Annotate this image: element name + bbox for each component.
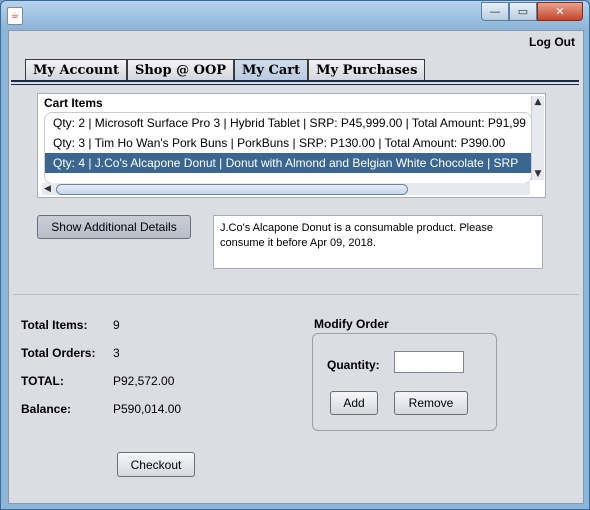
tab-my-purchases[interactable]: My Purchases [308,59,426,81]
window-controls: — ▭ ✕ [481,2,583,21]
scroll-down-icon[interactable]: ▼ [532,168,544,180]
java-app-icon: ☕ [7,7,23,25]
total-orders-label: Total Orders: [21,346,96,360]
cart-item-row[interactable]: Qty: 3 | Tim Ho Wan's Pork Buns | PorkBu… [45,133,531,153]
checkout-button[interactable]: Checkout [117,452,195,477]
horizontal-scrollbar[interactable]: ◀ [42,183,530,195]
content-panel: Log Out My Account Shop @ OOP My Cart My… [8,30,584,504]
tab-bar: My Account Shop @ OOP My Cart My Purchas… [25,59,426,81]
tab-divider [11,80,579,82]
quantity-input[interactable] [394,351,464,373]
balance-label: Balance: [21,402,72,416]
section-divider [13,294,579,295]
total-items-value: 9 [113,318,120,332]
minimize-button[interactable]: — [481,2,509,21]
total-label: TOTAL: [21,374,64,388]
horizontal-scroll-thumb[interactable] [56,184,408,195]
tab-my-account[interactable]: My Account [25,59,127,81]
modify-order-panel: Quantity: Add Remove [312,333,497,431]
item-details-text: J.Co's Alcapone Donut is a consumable pr… [213,215,543,269]
total-orders-value: 3 [113,346,120,360]
title-bar[interactable]: ☕ — ▭ ✕ [1,1,589,29]
logout-link[interactable]: Log Out [529,35,575,49]
tab-my-cart[interactable]: My Cart [234,59,309,81]
modify-order-title: Modify Order [314,317,389,331]
add-button[interactable]: Add [330,391,378,415]
tab-divider-lower [11,84,579,85]
close-button[interactable]: ✕ [537,2,583,21]
vertical-scrollbar[interactable]: ▲ ▼ [531,96,544,180]
balance-value: P590,014.00 [113,402,182,416]
quantity-label: Quantity: [327,358,380,372]
scroll-up-icon[interactable]: ▲ [532,96,544,108]
total-value: P92,572.00 [113,374,175,388]
cart-items-panel: Cart Items Qty: 2 | Microsoft Surface Pr… [37,93,546,198]
show-additional-details-button[interactable]: Show Additional Details [37,215,191,239]
scroll-left-icon[interactable]: ◀ [44,183,51,195]
cart-item-row[interactable]: Qty: 2 | Microsoft Surface Pro 3 | Hybri… [45,113,531,133]
app-window: ☕ — ▭ ✕ Log Out My Account Shop @ OOP My… [0,0,590,510]
cart-item-row-selected[interactable]: Qty: 4 | J.Co's Alcapone Donut | Donut w… [45,153,531,173]
cart-items-title: Cart Items [44,96,103,110]
remove-button[interactable]: Remove [394,391,468,415]
maximize-button[interactable]: ▭ [509,2,537,21]
total-items-label: Total Items: [21,318,88,332]
cart-items-list[interactable]: Qty: 2 | Microsoft Surface Pro 3 | Hybri… [44,112,532,184]
tab-shop[interactable]: Shop @ OOP [126,59,235,81]
